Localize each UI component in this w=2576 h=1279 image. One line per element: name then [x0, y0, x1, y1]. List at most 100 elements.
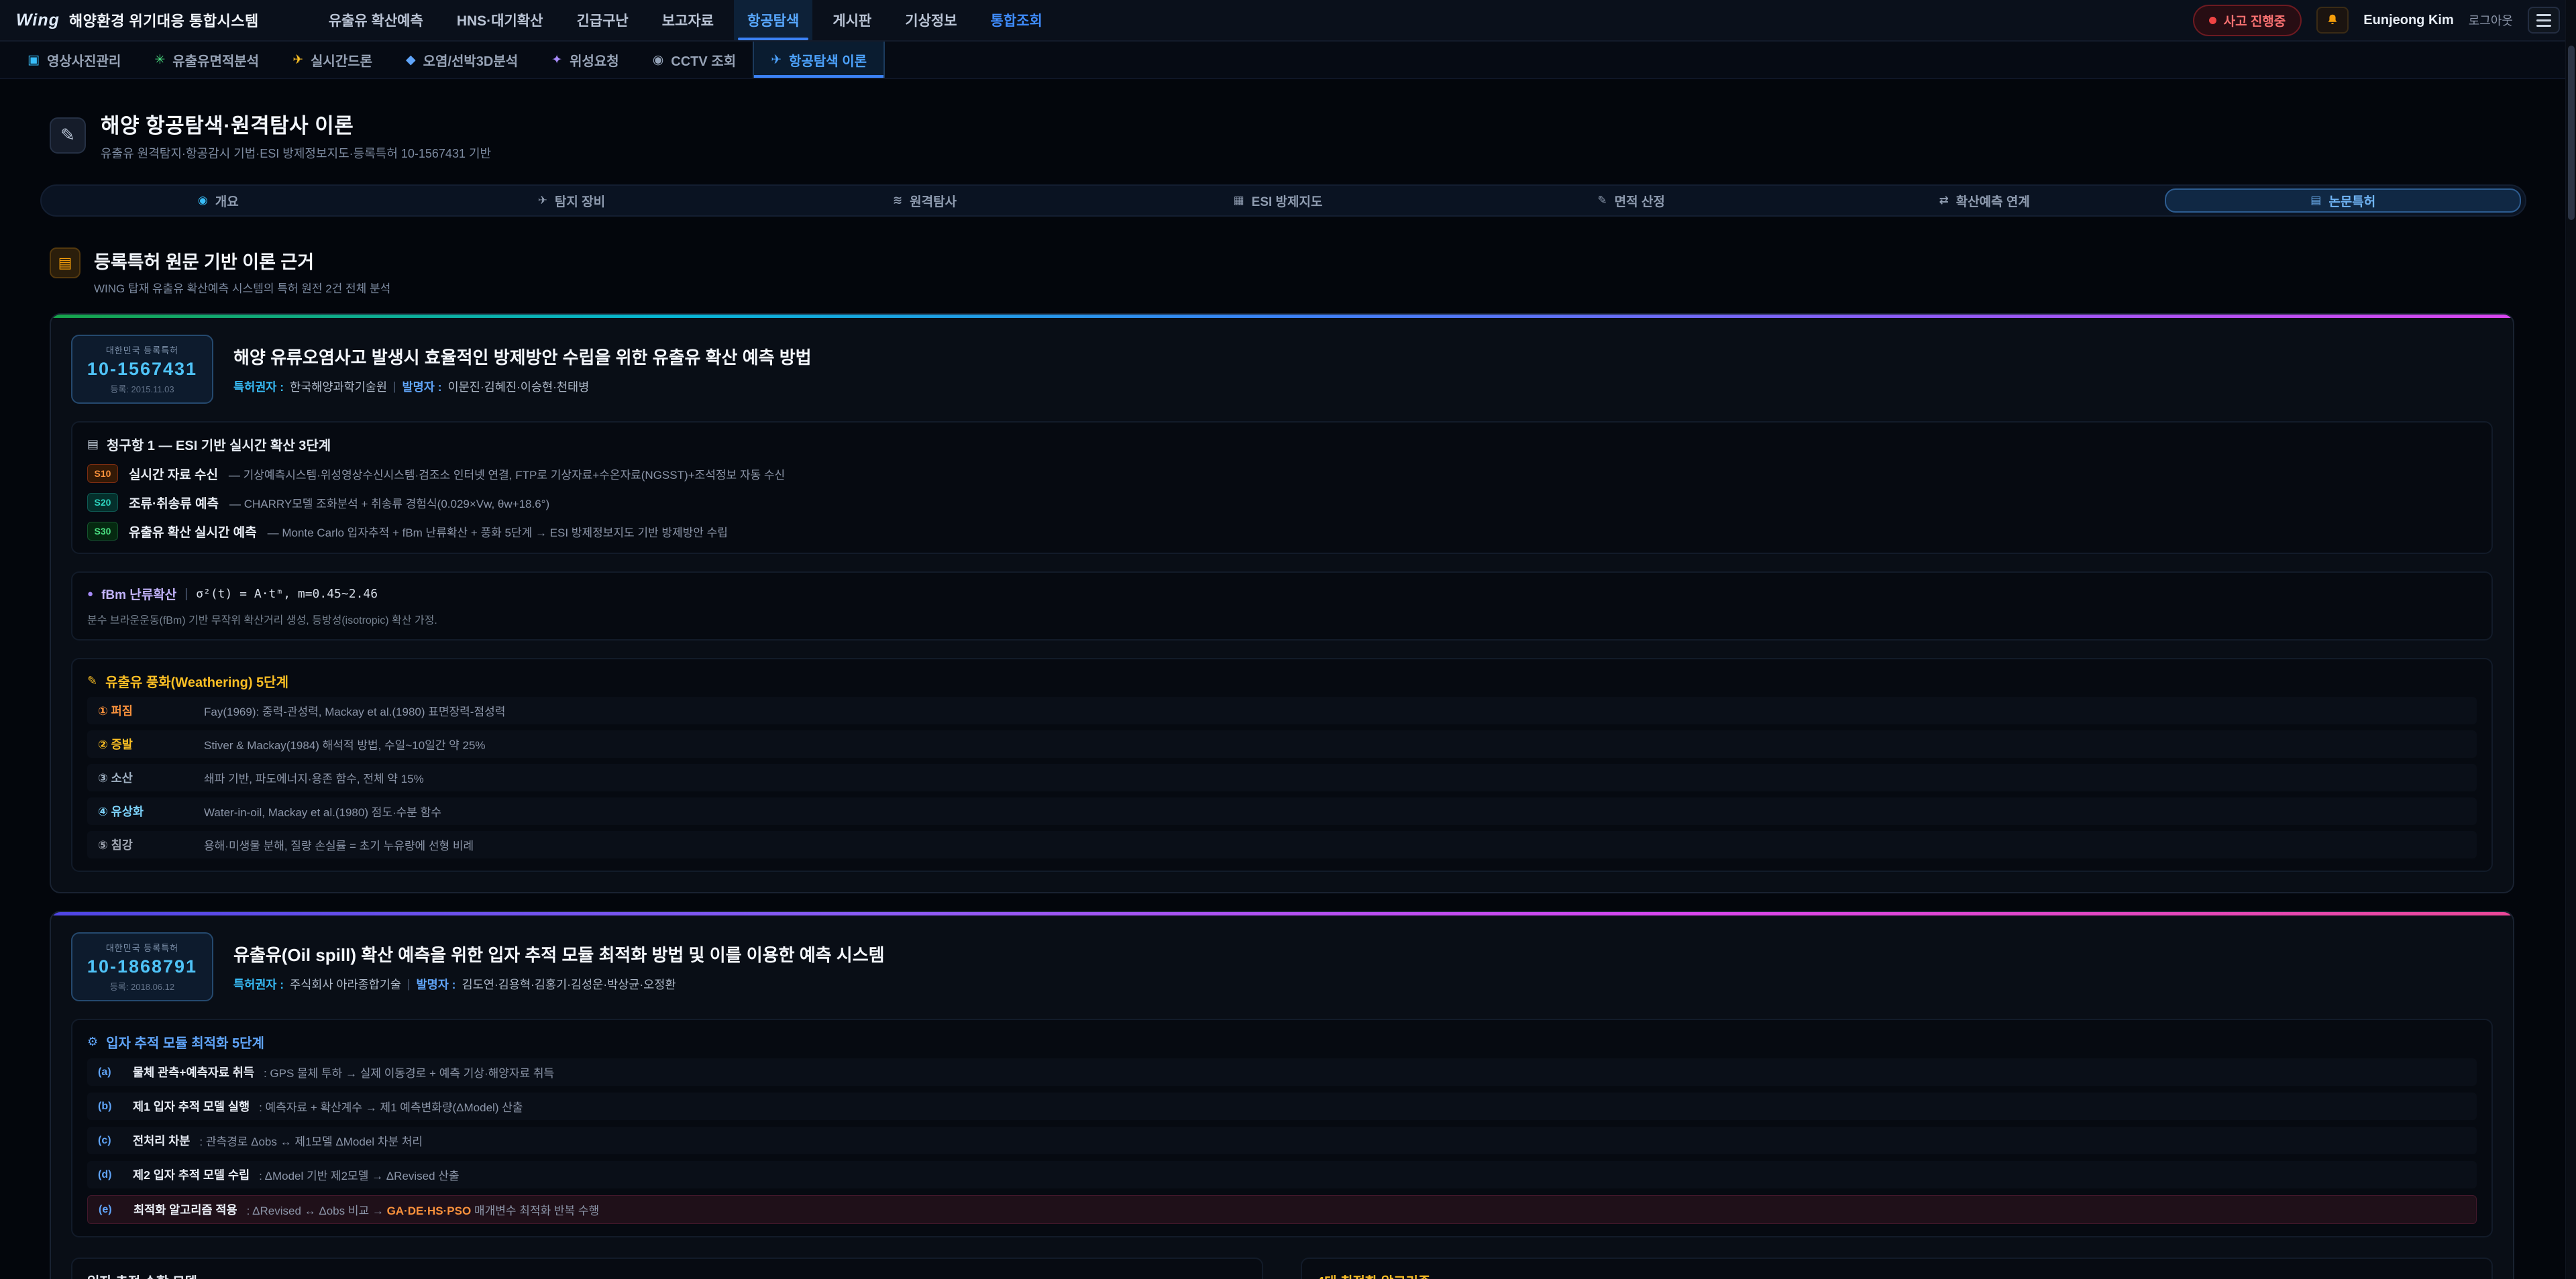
tab-detection-equipment[interactable]: ✈ 탐지 장비 [395, 186, 749, 215]
patent-date: 등록: 2015.11.03 [110, 382, 174, 395]
bell-icon [2325, 13, 2340, 27]
fbm-name: fBm 난류확산 [101, 585, 176, 603]
tab-prediction-link[interactable]: ⇄ 확산예측 연계 [1808, 186, 2161, 215]
tab-label: 개요 [215, 192, 239, 210]
tab-area-calculation[interactable]: ✎ 면적 산정 [1454, 186, 1808, 215]
claim-box: ▤ 청구항 1 — ESI 기반 실시간 확산 3단계 S10 실시간 자료 수… [71, 421, 2493, 554]
page-header: ✎ 해양 항공탐색·원격탐사 이론 유출유 원격탐지·항공감시 기법·ESI 방… [50, 109, 2576, 162]
nav-item-reports[interactable]: 보고자료 [649, 0, 727, 40]
nav-item-emergency-rescue[interactable]: 긴급구난 [563, 0, 641, 40]
fbm-description: 분수 브라운운동(fBm) 기반 무작위 확산거리 생성, 등방성(isotro… [87, 611, 2477, 627]
step-badge: S20 [87, 493, 118, 512]
ship-3d-icon: ◆ [406, 52, 416, 68]
step-desc: — Monte Carlo 입자추적 + fBm 난류확산 + 풍화 5단계 →… [268, 523, 728, 540]
satellite-icon: ✦ [551, 52, 562, 68]
drone-icon: ✈ [292, 52, 303, 68]
step-badge: (b) [98, 1101, 123, 1113]
optimization-title: 입자 추적 모듈 최적화 5단계 [106, 1032, 264, 1052]
tab-papers-patents[interactable]: ▤ 논문특허 [2165, 188, 2521, 213]
patent-number-badge: 대한민국 등록특허 10-1868791 등록: 2018.06.12 [71, 932, 213, 1001]
subtab-aerial-search-theory[interactable]: ✈ 항공탐색 이론 [753, 42, 885, 78]
bottom-panels: 입자 추적 수학 모델 제1모델: ModelΔ = curΔ·Δt + c·w… [71, 1258, 2493, 1279]
weathering-desc: 쇄파 기반, 파도에너지·용존 함수, 전체 약 15% [204, 769, 424, 786]
fbm-headline: ● fBm 난류확산 | σ²(t) = A·tᵐ, m=0.45~2.46 [87, 585, 2477, 603]
subtab-pollution-ship-3d[interactable]: ◆ 오염/선박3D분석 [389, 42, 535, 78]
section-header: ▤ 등록특허 원문 기반 이론 근거 WING 탑재 유출유 확산예측 시스템의… [50, 247, 2576, 296]
scrollbar-thumb[interactable] [2568, 46, 2575, 220]
tab-label: 논문특허 [2328, 192, 2375, 210]
nav-item-hns-atmospheric[interactable]: HNS·대기확산 [443, 0, 557, 40]
topbar-right: 사고 진행중 Eunjeong Kim 로그아웃 [2193, 5, 2560, 36]
holder-label: 특허권자 : [233, 378, 284, 395]
weathering-label: ② 증발 [98, 736, 189, 753]
brand-title: 해양환경 위기대응 통합시스템 [69, 9, 259, 31]
brand[interactable]: Wing 해양환경 위기대응 통합시스템 [16, 9, 259, 31]
claim-step-row: S10 실시간 자료 수신 — 기상예측시스템·위성영상수신시스템·검조소 인터… [87, 464, 2477, 483]
notifications-button[interactable] [2316, 7, 2349, 34]
tab-remote-sensing[interactable]: ≋ 원격탐사 [748, 186, 1102, 215]
page-title: 해양 항공탐색·원격탐사 이론 [101, 109, 491, 139]
tab-label: ESI 방제지도 [1252, 192, 1323, 210]
subtab-satellite-request[interactable]: ✦ 위성요청 [535, 42, 636, 78]
subtab-oil-area-analysis[interactable]: ✳ 유출유면적분석 [138, 42, 276, 78]
user-name: Eunjeong Kim [2363, 13, 2453, 28]
optimization-header: ⚙ 입자 추적 모듈 최적화 5단계 [87, 1032, 2477, 1052]
weathering-title: 유출유 풍화(Weathering) 5단계 [105, 671, 288, 691]
scrollbar[interactable] [2565, 0, 2576, 1279]
cctv-icon: ◉ [653, 52, 664, 68]
step-badge: S10 [87, 464, 118, 483]
document-icon: ▤ [87, 437, 99, 451]
step-name: 제2 입자 추적 모델 수립 [133, 1166, 250, 1183]
nav-item-oil-spill-prediction[interactable]: 유출유 확산예측 [315, 0, 437, 40]
card-gradient-bar [51, 315, 2513, 318]
inventors-label: 발명자 : [402, 378, 442, 395]
hamburger-icon [2536, 14, 2551, 27]
nav-item-integrated-search[interactable]: 통합조회 [977, 0, 1056, 40]
patent-badge-label: 대한민국 등록특허 [106, 941, 178, 954]
main-content: ✎ 해양 항공탐색·원격탐사 이론 유출유 원격탐지·항공감시 기법·ESI 방… [0, 109, 2576, 1279]
math-model-panel: 입자 추적 수학 모델 제1모델: ModelΔ = curΔ·Δt + c·w… [71, 1258, 1263, 1279]
tab-overview[interactable]: ◉ 개요 [42, 186, 395, 215]
section-subtitle: WING 탑재 유출유 확산예측 시스템의 특허 원전 2건 전체 분석 [94, 279, 390, 296]
patent-number-badge: 대한민국 등록특허 10-1567431 등록: 2015.11.03 [71, 335, 213, 404]
menu-button[interactable] [2528, 7, 2560, 34]
analysis-icon: ✳ [154, 52, 165, 68]
step-name: 제1 입자 추적 모델 실행 [133, 1098, 250, 1115]
tab-label: 탐지 장비 [555, 192, 605, 210]
step-badge: S30 [87, 522, 118, 541]
step-desc-pre: : ΔRevised ↔ Δobs 비교 → [247, 1205, 387, 1217]
weathering-label: ③ 소산 [98, 769, 189, 786]
nav-item-weather-info[interactable]: 기상정보 [892, 0, 970, 40]
tab-esi-map[interactable]: ▦ ESI 방제지도 [1102, 186, 1455, 215]
algorithms-panel-title: 4대 최적화 알고리즘 [1317, 1271, 2477, 1279]
weathering-label: ① 퍼짐 [98, 702, 189, 719]
patent-header: 대한민국 등록특허 10-1567431 등록: 2015.11.03 해양 유… [71, 335, 2493, 404]
subtab-cctv-view[interactable]: ◉ CCTV 조회 [636, 42, 753, 78]
nav-item-aerial-search[interactable]: 항공탐색 [734, 0, 812, 40]
photo-icon: ▣ [28, 52, 40, 68]
optimization-step-row: (b) 제1 입자 추적 모델 실행 : 예측자료 + 확산계수 → 제1 예측… [87, 1093, 2477, 1120]
logout-button[interactable]: 로그아웃 [2469, 11, 2513, 29]
step-desc-post: 매개변수 최적화 반복 수행 [471, 1205, 599, 1217]
step-badge: (c) [98, 1135, 123, 1147]
patent-badge-label: 대한민국 등록특허 [106, 343, 178, 356]
tab-label: 면적 산정 [1615, 192, 1665, 210]
subtab-label: CCTV 조회 [671, 50, 736, 70]
holder-value: 주식회사 아라종합기술 [290, 976, 401, 993]
step-desc: : 예측자료 + 확산계수 → 제1 예측변화량(ΔModel) 산출 [259, 1098, 523, 1115]
step-name: 실시간 자료 수신 [129, 465, 218, 483]
document-icon: ▤ [2310, 194, 2321, 207]
meta-separator: | [407, 977, 411, 991]
claim-header: ▤ 청구항 1 — ESI 기반 실시간 확산 3단계 [87, 435, 2477, 454]
incident-status-badge[interactable]: 사고 진행중 [2193, 5, 2302, 36]
nav-item-board[interactable]: 게시판 [819, 0, 885, 40]
step-desc: : GPS 물체 투하 → 실제 이동경로 + 예측 기상·해양자료 취득 [264, 1064, 554, 1080]
fbm-box: ● fBm 난류확산 | σ²(t) = A·tᵐ, m=0.45~2.46 분… [71, 571, 2493, 641]
subtab-image-management[interactable]: ▣ 영상사진관리 [11, 42, 138, 78]
subtab-realtime-drone[interactable]: ✈ 실시간드론 [276, 42, 389, 78]
gear-icon: ⚙ [87, 1035, 98, 1049]
theory-tabs-bar: ◉ 개요 ✈ 탐지 장비 ≋ 원격탐사 ▦ ESI 방제지도 ✎ 면적 산정 ⇄… [40, 184, 2526, 217]
weathering-box: ✎ 유출유 풍화(Weathering) 5단계 ① 퍼짐 Fay(1969):… [71, 658, 2493, 872]
step-desc: — CHARRY모델 조화분석 + 취송류 경험식(0.029×Vw, θw+1… [229, 494, 549, 511]
weathering-desc: Water-in-oil, Mackay et al.(1980) 점도·수분 … [204, 803, 441, 820]
